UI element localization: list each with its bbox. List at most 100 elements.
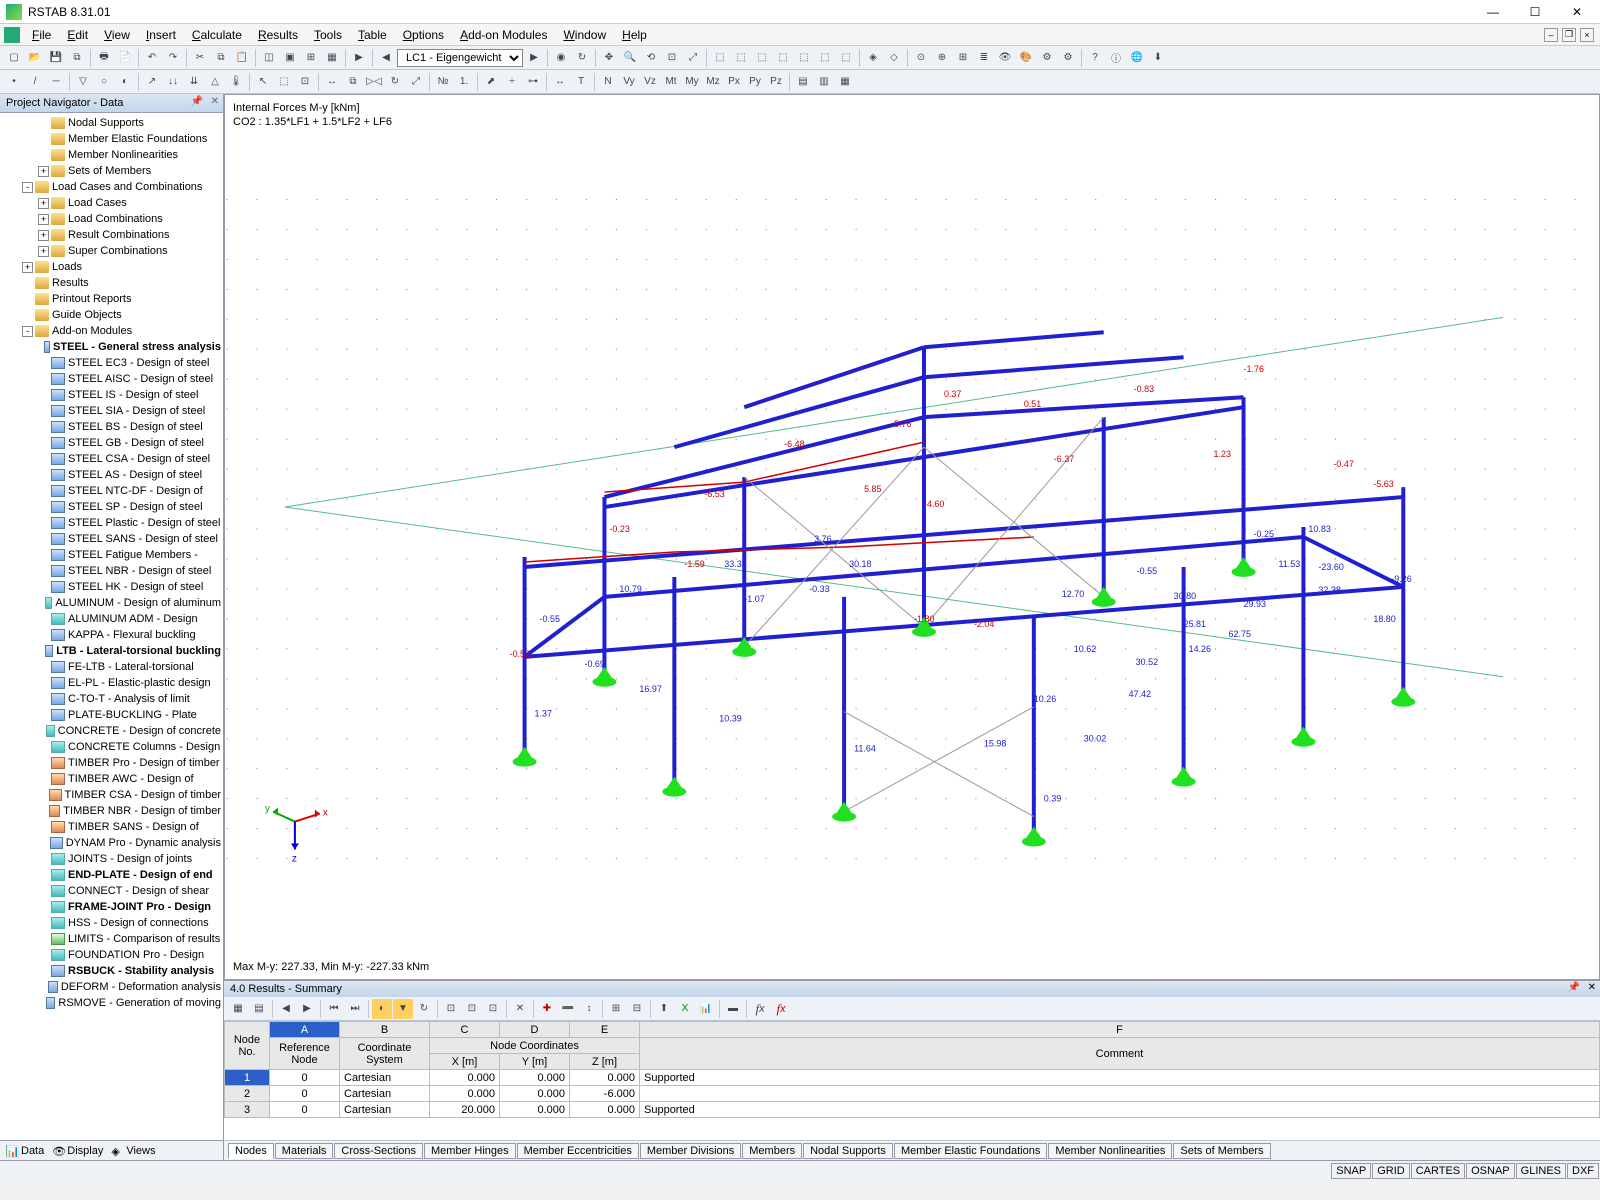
results-grid[interactable]: Node No.ABCDEFReference NodeCoordinate S…	[224, 1021, 1600, 1140]
tree-item[interactable]: Printout Reports	[0, 291, 223, 307]
persp-icon[interactable]: ◇	[884, 48, 904, 68]
help-icon[interactable]: ?	[1085, 48, 1105, 68]
colors-icon[interactable]: 🎨	[1016, 48, 1036, 68]
results-tab-members[interactable]: Members	[742, 1143, 802, 1159]
tree-item[interactable]: HSS - Design of connections	[0, 915, 223, 931]
tree-item[interactable]: PLATE-BUCKLING - Plate	[0, 707, 223, 723]
results-tab-cross-sections[interactable]: Cross-Sections	[334, 1143, 423, 1159]
tree-item[interactable]: STEEL CSA - Design of steel	[0, 451, 223, 467]
view1-icon[interactable]: ⬚	[710, 48, 730, 68]
rt-b-icon[interactable]: ⊡	[462, 999, 482, 1019]
tree-item[interactable]: END-PLATE - Design of end	[0, 867, 223, 883]
connect-icon[interactable]: ⊶	[523, 72, 543, 92]
diagram3-icon[interactable]: ▦	[835, 72, 855, 92]
tree-item[interactable]: STEEL SANS - Design of steel	[0, 531, 223, 547]
move2-icon[interactable]: ↔	[322, 72, 342, 92]
rt-icon-1[interactable]: ▦	[228, 999, 248, 1019]
results-pin-icon[interactable]: 📌	[1568, 982, 1580, 993]
tree-item[interactable]: STEEL AS - Design of steel	[0, 467, 223, 483]
line-icon[interactable]: ─	[46, 72, 66, 92]
selwin-icon[interactable]: ⬚	[274, 72, 294, 92]
calc-icon[interactable]: ▶	[349, 48, 369, 68]
results-tab-member-divisions[interactable]: Member Divisions	[640, 1143, 741, 1159]
tree-item[interactable]: STEEL Plastic - Design of steel	[0, 515, 223, 531]
undo-icon[interactable]: ↶	[142, 48, 162, 68]
menu-file[interactable]: File	[24, 26, 59, 44]
rt-export-icon[interactable]: ⬆	[654, 999, 674, 1019]
tree-item[interactable]: ALUMINUM ADM - Design	[0, 611, 223, 627]
copy-icon[interactable]: ⧉	[211, 48, 231, 68]
navigator-close-icon[interactable]: ✕	[211, 96, 219, 107]
scale-icon[interactable]: ⤢	[406, 72, 426, 92]
rt-fx-icon[interactable]: fx	[750, 999, 770, 1019]
navigator-tree[interactable]: Nodal SupportsMember Elastic Foundations…	[0, 113, 223, 1140]
nl-icon[interactable]: ↗	[142, 72, 162, 92]
rt-last-icon[interactable]: ⏭	[345, 999, 365, 1019]
mdi-close-icon[interactable]: ×	[1580, 28, 1594, 42]
tree-item[interactable]: STEEL NTC-DF - Design of	[0, 483, 223, 499]
px-icon[interactable]: Px	[724, 72, 744, 92]
results-tab-nodes[interactable]: Nodes	[228, 1143, 274, 1159]
menu-table[interactable]: Table	[350, 26, 395, 44]
web-icon[interactable]: 🌐	[1127, 48, 1147, 68]
tree-item[interactable]: EL-PL - Elastic-plastic design	[0, 675, 223, 691]
paste-icon[interactable]: 📋	[232, 48, 252, 68]
tree-item[interactable]: TIMBER AWC - Design of	[0, 771, 223, 787]
view2-icon[interactable]: ⬚	[731, 48, 751, 68]
status-snap[interactable]: SNAP	[1331, 1163, 1371, 1179]
results-tab-sets-of-members[interactable]: Sets of Members	[1173, 1143, 1270, 1159]
support-icon[interactable]: ▽	[73, 72, 93, 92]
tree-item[interactable]: STEEL EC3 - Design of steel	[0, 355, 223, 371]
zoomall-icon[interactable]: ⤢	[683, 48, 703, 68]
status-osnap[interactable]: OSNAP	[1466, 1163, 1515, 1179]
results-tab-member-hinges[interactable]: Member Hinges	[424, 1143, 516, 1159]
dim-icon[interactable]: ↔	[550, 72, 570, 92]
status-dxf[interactable]: DXF	[1567, 1163, 1599, 1179]
update-icon[interactable]: ⬇	[1148, 48, 1168, 68]
tree-item[interactable]: TIMBER CSA - Design of timber	[0, 787, 223, 803]
tree-item[interactable]: +Load Combinations	[0, 211, 223, 227]
menu-add-on-modules[interactable]: Add-on Modules	[452, 26, 555, 44]
rt-a-icon[interactable]: ⊡	[441, 999, 461, 1019]
vy-icon[interactable]: Vy	[619, 72, 639, 92]
tree-item[interactable]: RSMOVE - Generation of moving	[0, 995, 223, 1011]
tree-item[interactable]: CONCRETE - Design of concrete	[0, 723, 223, 739]
layers-icon[interactable]: ≣	[974, 48, 994, 68]
nav-tab-views[interactable]: ◈Views	[111, 1145, 155, 1157]
snap-icon[interactable]: ⊙	[911, 48, 931, 68]
tree-item[interactable]: STEEL BS - Design of steel	[0, 419, 223, 435]
results-tab-nodal-supports[interactable]: Nodal Supports	[803, 1143, 893, 1159]
tree-item[interactable]: FOUNDATION Pro - Design	[0, 947, 223, 963]
window4-icon[interactable]: ▦	[322, 48, 342, 68]
tree-item[interactable]: STEEL NBR - Design of steel	[0, 563, 223, 579]
tree-item[interactable]: Member Elastic Foundations	[0, 131, 223, 147]
rt-highlight-icon[interactable]: ◐	[372, 999, 392, 1019]
tree-item[interactable]: STEEL - General stress analysis	[0, 339, 223, 355]
tree-item[interactable]: STEEL HK - Design of steel	[0, 579, 223, 595]
results-close-icon[interactable]: ✕	[1588, 982, 1596, 993]
selspecial-icon[interactable]: ⊡	[295, 72, 315, 92]
divide-icon[interactable]: ÷	[502, 72, 522, 92]
py-icon[interactable]: Py	[745, 72, 765, 92]
next-lc-icon[interactable]: ▶	[524, 48, 544, 68]
num-icon[interactable]: №	[433, 72, 453, 92]
vis-icon[interactable]: 👁	[995, 48, 1015, 68]
hinge-icon[interactable]: ○	[94, 72, 114, 92]
rt-chart-icon[interactable]: 📊	[696, 999, 716, 1019]
ll-icon[interactable]: ↓↓	[163, 72, 183, 92]
tree-item[interactable]: TIMBER NBR - Design of timber	[0, 803, 223, 819]
tree-item[interactable]: Results	[0, 275, 223, 291]
tree-item[interactable]: Guide Objects	[0, 307, 223, 323]
iso-icon[interactable]: ◈	[863, 48, 883, 68]
tree-item[interactable]: C-TO-T - Analysis of limit	[0, 691, 223, 707]
results-tab-member-nonlinearities[interactable]: Member Nonlinearities	[1048, 1143, 1172, 1159]
view7-icon[interactable]: ⬚	[836, 48, 856, 68]
tree-item[interactable]: ALUMINUM - Design of aluminum	[0, 595, 223, 611]
open-icon[interactable]: 📂	[25, 48, 45, 68]
rt-refresh-icon[interactable]: ↻	[414, 999, 434, 1019]
new-icon[interactable]: ▢	[4, 48, 24, 68]
menu-window[interactable]: Window	[555, 26, 614, 44]
rt-grid1-icon[interactable]: ⊞	[606, 999, 626, 1019]
menu-view[interactable]: View	[96, 26, 138, 44]
tree-item[interactable]: +Super Combinations	[0, 243, 223, 259]
